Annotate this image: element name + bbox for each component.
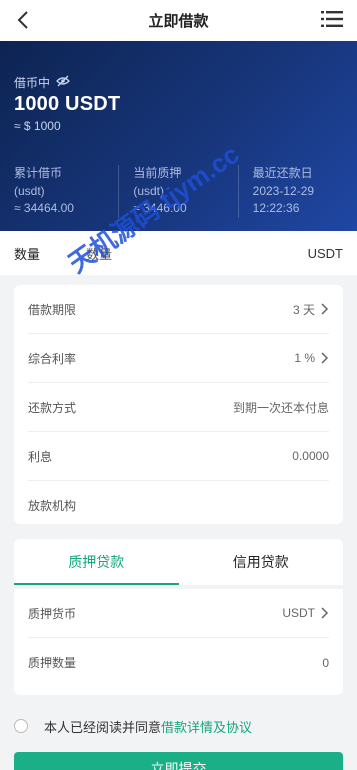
pledge-amount-input[interactable]: 0 xyxy=(322,656,329,670)
interest-rate-row[interactable]: 综合利率 1 % xyxy=(28,334,329,383)
loan-details-card: 借款期限 3 天 综合利率 1 % 还款方式 到期一次还本付息 利息 0.000… xyxy=(14,285,343,524)
interest-value: 0.0000 xyxy=(292,449,329,463)
top-bar: 立即借款 xyxy=(0,0,357,41)
stat-label: 最近还款日 xyxy=(252,166,313,180)
agreement-link[interactable]: 借款详情及协议 xyxy=(161,717,252,736)
interest-row: 利息 0.0000 xyxy=(28,432,329,481)
loan-type-tabs: 质押贷款 信用贷款 xyxy=(14,539,343,585)
agreement-row: 本人已经阅读并同意 借款详情及协议 xyxy=(0,706,357,746)
row-value-wrap: USDT xyxy=(282,606,329,620)
row-label: 质押数量 xyxy=(28,656,77,670)
lender-row: 放款机构 xyxy=(28,481,329,530)
loan-type-card: 质押贷款 信用贷款 质押货币 USDT 质押数量 0 xyxy=(14,539,343,695)
menu-list-icon[interactable] xyxy=(321,10,343,30)
row-label: 借款期限 xyxy=(28,302,77,317)
stat-current-pledge: 当前质押 (usdt) ≈ 3446.00 xyxy=(118,165,237,218)
stat-value: ≈ 3446.00 xyxy=(133,201,187,215)
repayment-method-value: 到期一次还本付息 xyxy=(232,400,329,415)
borrowing-label: 借币中 xyxy=(14,76,51,90)
loan-term-value: 3 天 xyxy=(292,302,315,317)
interest-rate-value: 1 % xyxy=(294,351,315,365)
row-label: 利息 xyxy=(28,449,53,464)
stat-total-borrowed: 累计借币 (usdt) ≈ 34464.00 xyxy=(0,165,118,218)
tab-pledge-loan[interactable]: 质押贷款 xyxy=(14,539,179,585)
stat-value: ≈ 34464.00 xyxy=(14,201,74,215)
row-label: 放款机构 xyxy=(28,499,77,513)
borrow-summary-banner: 借币中 1000 USDT ≈ $ 1000 累计借币 (usdt) ≈ 344… xyxy=(0,41,357,231)
stat-unit: (usdt) xyxy=(14,183,45,198)
agreement-checkbox[interactable] xyxy=(14,719,28,733)
chevron-right-icon xyxy=(321,352,329,364)
chevron-right-icon xyxy=(321,303,329,315)
borrowed-amount-usd: ≈ $ 1000 xyxy=(14,119,61,133)
back-arrow-icon[interactable] xyxy=(12,9,34,31)
repayment-method-row: 还款方式 到期一次还本付息 xyxy=(28,383,329,432)
agreement-text: 本人已经阅读并同意 xyxy=(44,719,162,735)
eye-hidden-icon[interactable] xyxy=(56,75,70,90)
borrowed-amount: 1000 USDT xyxy=(14,93,121,115)
borrowing-label-row: 借币中 xyxy=(14,74,70,91)
row-value-wrap: 1 % xyxy=(294,351,329,365)
quantity-label: 数量 xyxy=(14,246,41,262)
row-value-wrap: 3 天 xyxy=(293,301,329,318)
loan-term-row[interactable]: 借款期限 3 天 xyxy=(28,285,329,334)
chevron-right-icon xyxy=(321,607,329,619)
page-title: 立即借款 xyxy=(148,13,209,30)
stat-unit: (usdt) xyxy=(133,183,165,198)
pledge-currency-value: USDT xyxy=(282,606,315,620)
row-label: 还款方式 xyxy=(28,400,77,415)
row-label: 质押货币 xyxy=(28,606,77,621)
stat-label: 累计借币 xyxy=(14,166,63,180)
borrow-stats: 累计借币 (usdt) ≈ 34464.00 当前质押 (usdt) ≈ 344… xyxy=(0,165,357,218)
quantity-unit: USDT xyxy=(307,245,343,261)
stat-label: 当前质押 xyxy=(133,166,182,180)
quantity-row: 数量 数量 USDT xyxy=(0,231,357,275)
pledge-currency-row[interactable]: 质押货币 USDT xyxy=(28,589,329,638)
tab-credit-loan[interactable]: 信用贷款 xyxy=(179,539,344,585)
stat-time: 12:22:36 xyxy=(252,201,300,215)
stat-next-repayment: 最近还款日 2023-12-29 12:22:36 xyxy=(237,165,357,218)
quantity-input[interactable]: 数量 xyxy=(86,244,308,263)
row-label: 综合利率 xyxy=(28,351,77,366)
stat-date: 2023-12-29 xyxy=(252,183,315,198)
pledge-amount-row[interactable]: 质押数量 0 xyxy=(28,638,329,687)
submit-button[interactable]: 立即提交 xyxy=(14,752,343,770)
